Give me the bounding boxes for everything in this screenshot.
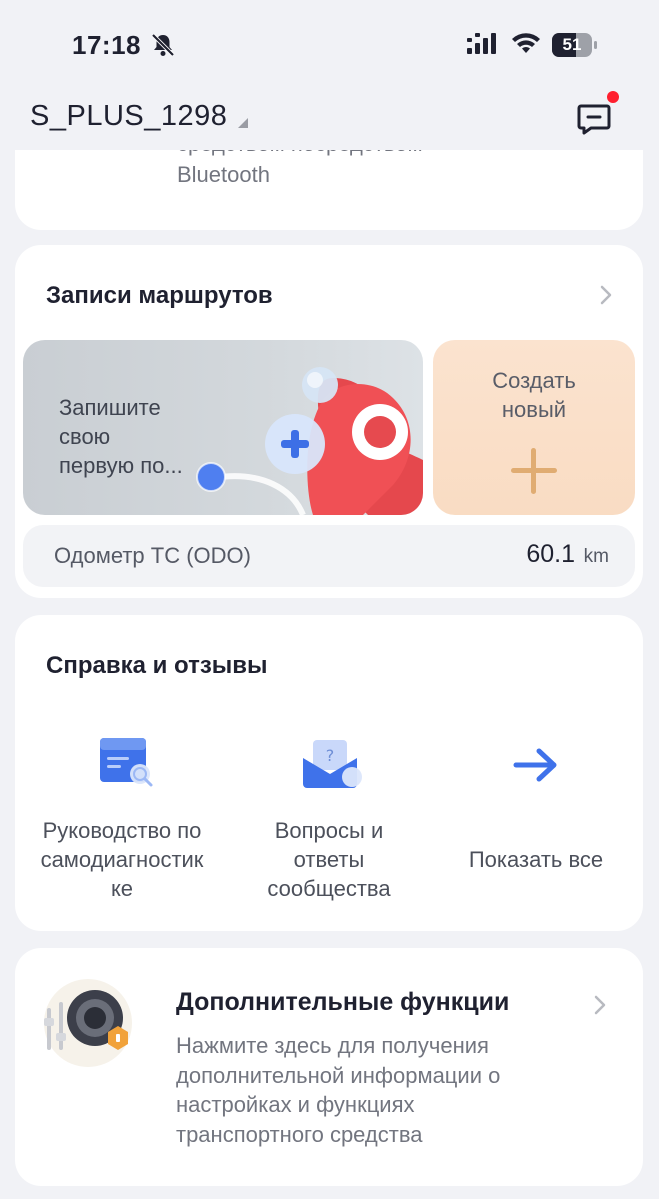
guide-label-line: ке [110, 876, 134, 901]
wifi-icon [512, 33, 540, 53]
chevron-right-icon[interactable] [599, 284, 613, 306]
extra-desc-line: Нажмите здесь для получения [176, 1033, 489, 1058]
create-route-button[interactable]: Создать новый [433, 340, 635, 515]
notification-dot [607, 91, 619, 103]
help-title: Справка и отзывы [46, 652, 268, 679]
create-line: Создать [492, 368, 576, 393]
create-line: новый [501, 397, 567, 422]
chevron-right-icon[interactable] [593, 994, 607, 1016]
create-route-label: Создать новый [433, 366, 635, 424]
show-all-label: Показать все [436, 845, 636, 874]
banner-line: первую по... [59, 453, 183, 478]
odometer-value: 60.1 [526, 540, 575, 568]
extra-desc-line: настройках и функциях [176, 1092, 415, 1117]
plus-icon [511, 448, 557, 494]
record-route-text: Запишите свою первую по... [59, 393, 219, 480]
extra-desc-line: дополнительной информации о [176, 1062, 501, 1088]
community-qa-item[interactable]: ? Вопросы и ответы сообщества [229, 720, 429, 903]
bell-muted-icon [151, 33, 175, 57]
extra-functions-title: Дополнительные функции [176, 988, 510, 1016]
community-icon: ? [303, 740, 362, 788]
help-card: Справка и отзывы Руководство по самодиаг… [15, 615, 643, 931]
extra-functions-card[interactable]: Дополнительные функции Нажмите здесь для… [15, 948, 643, 1186]
battery-level: 51 [562, 35, 582, 54]
extra-functions-description: Нажмите здесь для получения дополнительн… [176, 1031, 596, 1149]
guide-label-line: самодиагностик [40, 847, 204, 872]
arrow-right-icon [513, 748, 557, 782]
routes-card: Записи маршрутов Запишите свою первую по… [15, 245, 643, 598]
extra-desc-line: транспортного средства [176, 1121, 423, 1147]
odometer-unit: km [583, 546, 609, 567]
device-selector[interactable]: S_PLUS_1298 [30, 100, 227, 133]
community-label-line: ответы [293, 847, 365, 872]
status-bar: 17:18 51 [0, 0, 659, 90]
caret-down-icon[interactable] [238, 118, 248, 128]
guide-icon [100, 738, 153, 787]
banner-line: Запишите [59, 395, 161, 420]
banner-line: свою [59, 424, 111, 449]
vehicle-settings-icon [44, 979, 132, 1067]
community-label-line: Вопросы и [274, 818, 384, 843]
community-label: Вопросы и ответы сообщества [229, 816, 429, 903]
show-all-item[interactable]: Показать все [436, 720, 636, 874]
svg-text:?: ? [326, 746, 335, 765]
routes-title: Записи маршрутов [46, 282, 273, 309]
guide-label-line: Руководство по [42, 818, 202, 843]
clock: 17:18 [72, 30, 141, 60]
show-all-label-line: Показать все [468, 847, 604, 872]
connection-text-line2: Bluetooth [177, 162, 270, 187]
self-diagnosis-guide-item[interactable]: Руководство по самодиагностик ке [22, 720, 222, 903]
app-header: S_PLUS_1298 [0, 90, 659, 146]
cellular-signal-icon [467, 33, 496, 54]
record-route-banner[interactable]: Запишите свою первую по... [23, 340, 423, 515]
messages-icon[interactable] [575, 98, 615, 138]
odometer-label: Одометр ТС (ODO) [54, 543, 251, 568]
odometer-row: Одометр ТС (ODO) 60.1 km [23, 525, 635, 587]
guide-label: Руководство по самодиагностик ке [22, 816, 222, 903]
community-label-line: сообщества [267, 876, 391, 901]
